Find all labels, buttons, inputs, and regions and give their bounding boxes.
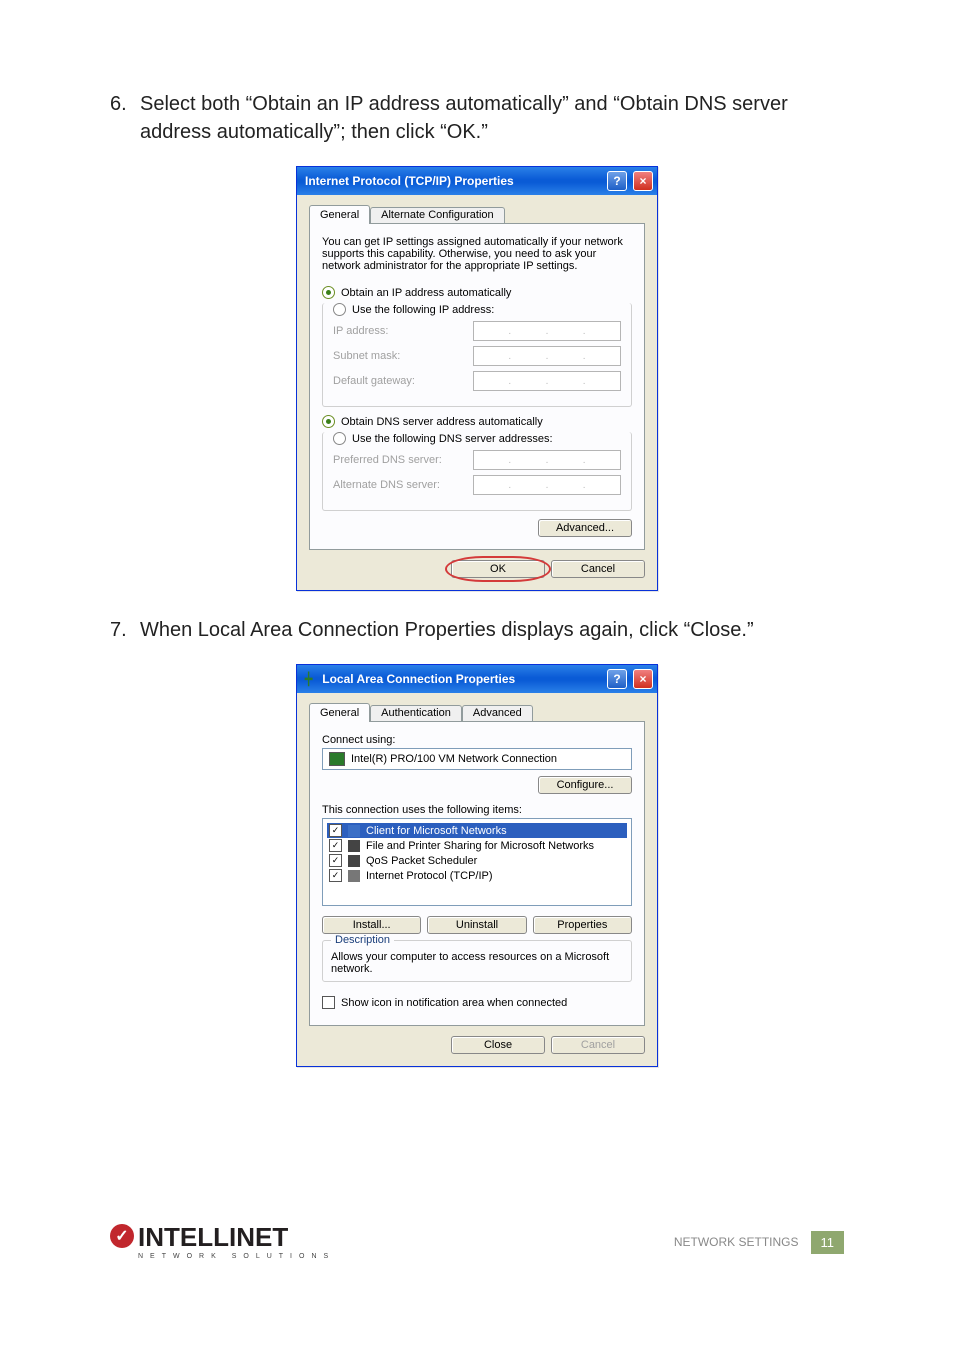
tcpip-description: You can get IP settings assigned automat… <box>322 236 632 272</box>
step-6: 6. Select both “Obtain an IP address aut… <box>110 90 844 146</box>
radio-obtain-ip-auto[interactable]: Obtain an IP address automatically <box>322 286 632 299</box>
cancel-button[interactable]: Cancel <box>551 560 645 578</box>
radio-use-dns[interactable]: Use the following DNS server addresses: <box>333 432 621 445</box>
adapter-name: Intel(R) PRO/100 VM Network Connection <box>351 753 557 765</box>
list-item-label: Internet Protocol (TCP/IP) <box>366 870 493 882</box>
list-item[interactable]: Client for Microsoft Networks <box>327 823 627 838</box>
uninstall-button[interactable]: Uninstall <box>427 916 526 934</box>
checkbox-icon[interactable] <box>329 869 342 882</box>
checkbox-icon[interactable] <box>329 824 342 837</box>
tcpip-tabs: General Alternate Configuration <box>309 205 645 224</box>
alternate-dns-label: Alternate DNS server: <box>333 479 473 491</box>
list-item[interactable]: QoS Packet Scheduler <box>327 853 627 868</box>
step-7-number: 7. <box>110 616 140 644</box>
close-icon[interactable]: × <box>633 669 653 689</box>
lac-title: Local Area Connection Properties <box>322 672 601 686</box>
radio-use-ip[interactable]: Use the following IP address: <box>333 303 621 316</box>
properties-button[interactable]: Properties <box>533 916 632 934</box>
radio-obtain-dns-auto-label: Obtain DNS server address automatically <box>341 416 543 428</box>
ip-address-label: IP address: <box>333 325 473 337</box>
step-7: 7. When Local Area Connection Properties… <box>110 616 844 644</box>
cancel-button: Cancel <box>551 1036 645 1054</box>
radio-obtain-dns-auto[interactable]: Obtain DNS server address automatically <box>322 415 632 428</box>
description-text: Allows your computer to access resources… <box>331 951 623 975</box>
service-icon <box>348 840 360 852</box>
ip-address-row: IP address: ... <box>333 321 621 341</box>
intellinet-logo: ✓ INTELLINET NETWORK SOLUTIONS <box>110 1224 335 1260</box>
step-7-text: When Local Area Connection Properties di… <box>140 616 844 644</box>
ip-address-input: ... <box>473 321 621 341</box>
radio-dot-selected-icon <box>322 415 335 428</box>
uses-items-label: This connection uses the following items… <box>322 804 632 816</box>
checkbox-icon <box>322 996 335 1009</box>
items-listbox[interactable]: Client for Microsoft Networks File and P… <box>322 818 632 906</box>
advanced-button[interactable]: Advanced... <box>538 519 632 537</box>
nic-icon <box>329 752 345 766</box>
close-icon[interactable]: × <box>633 171 653 191</box>
help-icon[interactable]: ? <box>607 669 627 689</box>
radio-dot-icon <box>333 303 346 316</box>
ok-button[interactable]: OK <box>451 560 545 578</box>
list-item-label: Client for Microsoft Networks <box>366 825 507 837</box>
connection-icon: ┿ <box>305 672 312 686</box>
page-footer: ✓ INTELLINET NETWORK SOLUTIONS NETWORK S… <box>110 1224 844 1260</box>
connect-using-label: Connect using: <box>322 734 632 746</box>
lac-tabs: General Authentication Advanced <box>309 703 645 722</box>
close-button[interactable]: Close <box>451 1036 545 1054</box>
preferred-dns-label: Preferred DNS server: <box>333 454 473 466</box>
lac-properties-window: ┿ Local Area Connection Properties ? × G… <box>296 664 658 1067</box>
client-icon <box>348 825 360 837</box>
show-icon-checkbox[interactable]: Show icon in notification area when conn… <box>322 996 632 1009</box>
show-icon-label: Show icon in notification area when conn… <box>341 997 567 1009</box>
tab-general[interactable]: General <box>309 205 370 224</box>
subnet-input: ... <box>473 346 621 366</box>
tab-authentication[interactable]: Authentication <box>370 705 462 722</box>
gateway-input: ... <box>473 371 621 391</box>
logo-checkmark-icon: ✓ <box>110 1224 134 1248</box>
radio-use-dns-label: Use the following DNS server addresses: <box>352 433 553 445</box>
page-number: 11 <box>811 1231 845 1254</box>
subnet-row: Subnet mask: ... <box>333 346 621 366</box>
radio-dot-selected-icon <box>322 286 335 299</box>
alternate-dns-row: Alternate DNS server: ... <box>333 475 621 495</box>
radio-obtain-ip-auto-label: Obtain an IP address automatically <box>341 287 511 299</box>
checkbox-icon[interactable] <box>329 839 342 852</box>
logo-name: INTELLINET <box>138 1224 335 1250</box>
gateway-label: Default gateway: <box>333 375 473 387</box>
gateway-row: Default gateway: ... <box>333 371 621 391</box>
tab-general[interactable]: General <box>309 703 370 722</box>
radio-dot-icon <box>333 432 346 445</box>
section-label: NETWORK SETTINGS <box>674 1235 799 1249</box>
preferred-dns-row: Preferred DNS server: ... <box>333 450 621 470</box>
tcpip-title: Internet Protocol (TCP/IP) Properties <box>305 174 601 188</box>
checkbox-icon[interactable] <box>329 854 342 867</box>
help-icon[interactable]: ? <box>607 171 627 191</box>
install-button[interactable]: Install... <box>322 916 421 934</box>
list-item-label: File and Printer Sharing for Microsoft N… <box>366 840 594 852</box>
alternate-dns-input: ... <box>473 475 621 495</box>
description-group: Description Allows your computer to acce… <box>322 940 632 982</box>
list-item-label: QoS Packet Scheduler <box>366 855 477 867</box>
subnet-label: Subnet mask: <box>333 350 473 362</box>
preferred-dns-input: ... <box>473 450 621 470</box>
tcpip-titlebar[interactable]: Internet Protocol (TCP/IP) Properties ? … <box>297 167 657 195</box>
list-item[interactable]: Internet Protocol (TCP/IP) <box>327 868 627 883</box>
logo-subtitle: NETWORK SOLUTIONS <box>138 1253 335 1260</box>
protocol-icon <box>348 870 360 882</box>
tab-advanced[interactable]: Advanced <box>462 705 533 722</box>
step-6-text: Select both “Obtain an IP address automa… <box>140 90 844 146</box>
service-icon <box>348 855 360 867</box>
tab-alternate-configuration[interactable]: Alternate Configuration <box>370 207 505 224</box>
configure-button[interactable]: Configure... <box>538 776 632 794</box>
lac-titlebar[interactable]: ┿ Local Area Connection Properties ? × <box>297 665 657 693</box>
adapter-field: Intel(R) PRO/100 VM Network Connection <box>322 748 632 770</box>
step-6-number: 6. <box>110 90 140 118</box>
radio-use-ip-label: Use the following IP address: <box>352 304 494 316</box>
tcpip-properties-window: Internet Protocol (TCP/IP) Properties ? … <box>296 166 658 591</box>
description-legend: Description <box>331 934 394 946</box>
list-item[interactable]: File and Printer Sharing for Microsoft N… <box>327 838 627 853</box>
